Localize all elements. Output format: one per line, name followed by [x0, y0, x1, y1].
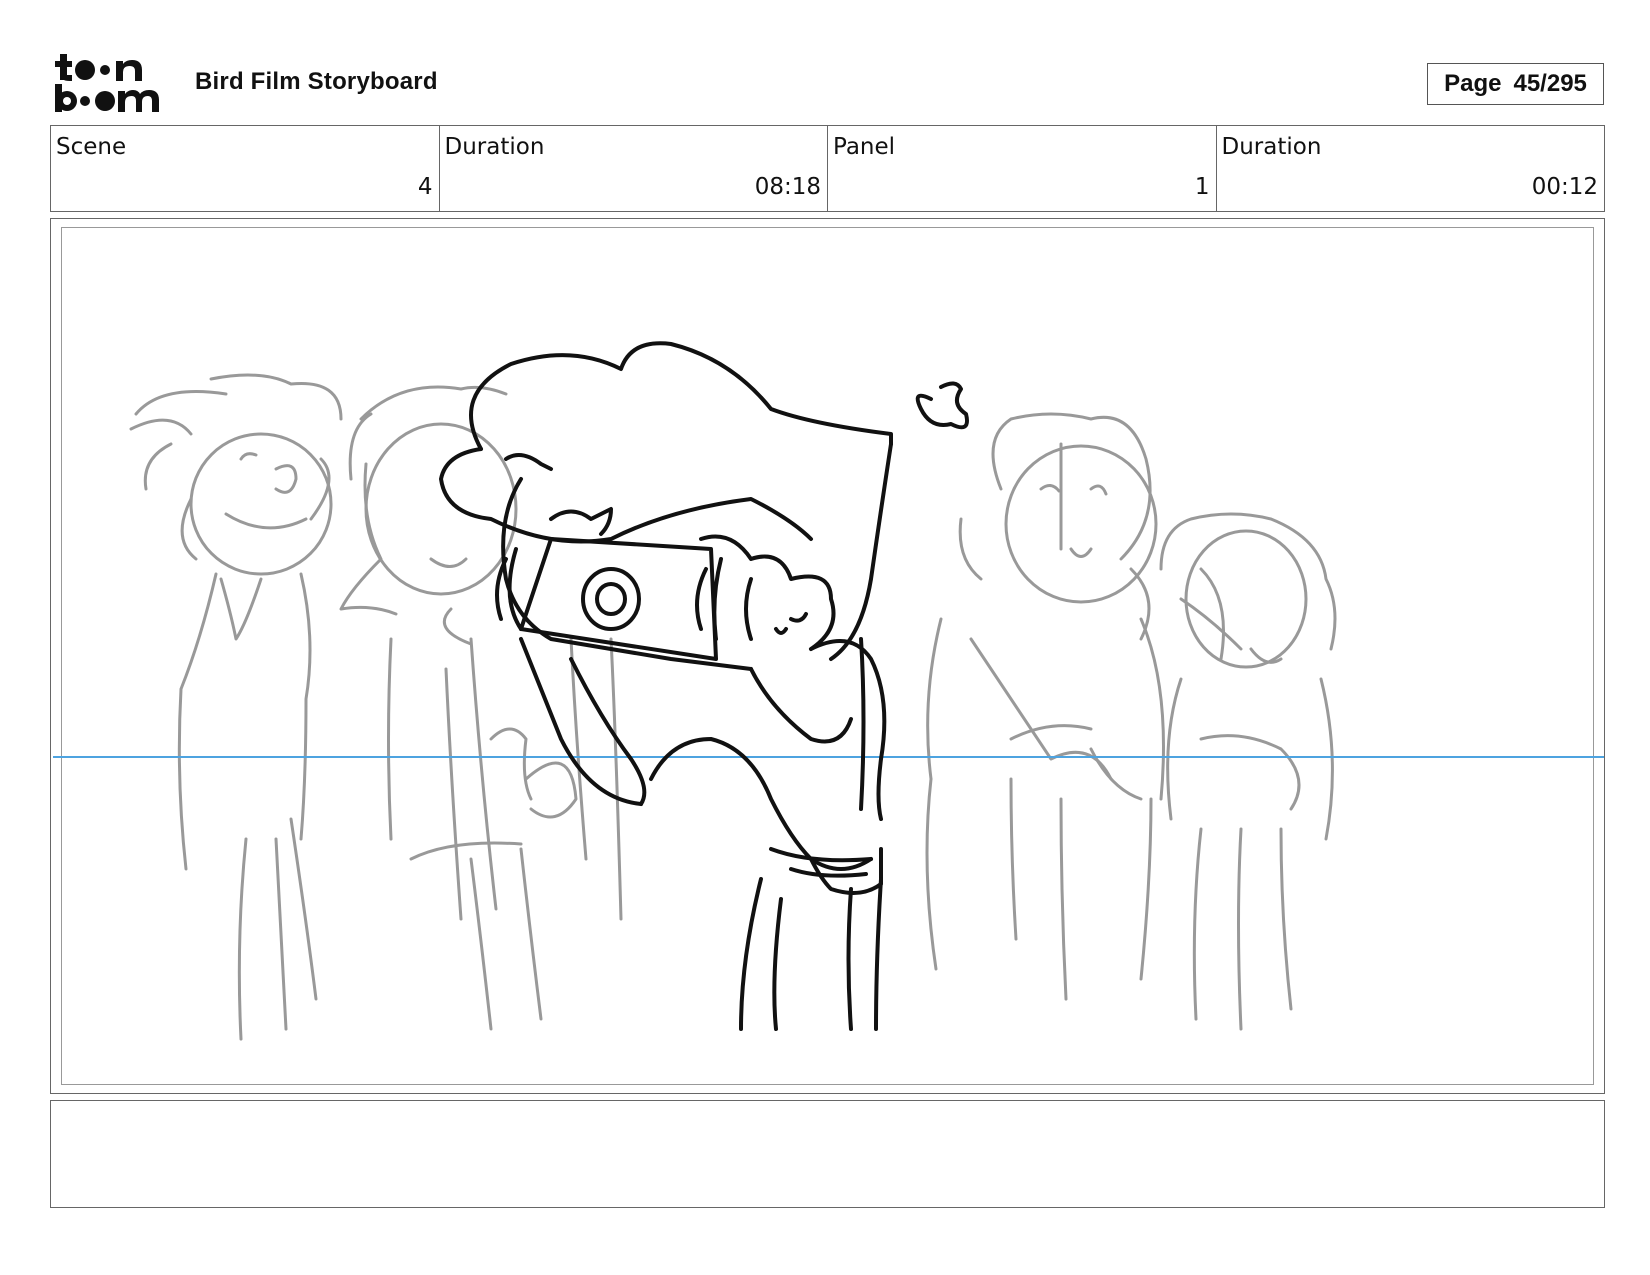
background-character-left-middle: [339, 385, 623, 1031]
scene-duration-label: Duration: [444, 134, 545, 160]
page-indicator: Page 45/295: [1427, 63, 1604, 105]
panel-duration-value: 00:12: [1531, 174, 1598, 200]
info-table: Scene 4 Duration 08:18 Panel 1 Duration …: [50, 125, 1605, 212]
page-number: 45/295: [1513, 70, 1587, 97]
panel-value: 1: [1194, 174, 1210, 200]
scene-duration-value: 08:18: [754, 174, 821, 200]
foreground-character: [439, 341, 969, 1031]
panel-label: Panel: [833, 134, 896, 160]
panel-duration-label: Duration: [1221, 134, 1322, 160]
document-title: Bird Film Storyboard: [195, 68, 438, 95]
scene-value: 4: [417, 174, 433, 200]
scene-cell: Scene 4: [51, 126, 440, 211]
background-character-left: [129, 373, 343, 1041]
background-character-right-middle: [925, 412, 1165, 1001]
panel-sketch: [53, 341, 1604, 1041]
scene-duration-cell: Duration 08:18: [440, 126, 828, 211]
panel-notes-box[interactable]: [50, 1100, 1605, 1208]
panel-cell: Panel 1: [828, 126, 1217, 211]
background-characters: [129, 373, 1337, 1041]
background-character-right: [1159, 512, 1337, 1031]
panel-duration-cell: Duration 00:12: [1217, 126, 1605, 211]
scene-label: Scene: [56, 134, 127, 160]
page-label: Page: [1444, 70, 1502, 97]
storyboard-panel: [50, 218, 1605, 1094]
toonboom-logo: [55, 54, 159, 112]
